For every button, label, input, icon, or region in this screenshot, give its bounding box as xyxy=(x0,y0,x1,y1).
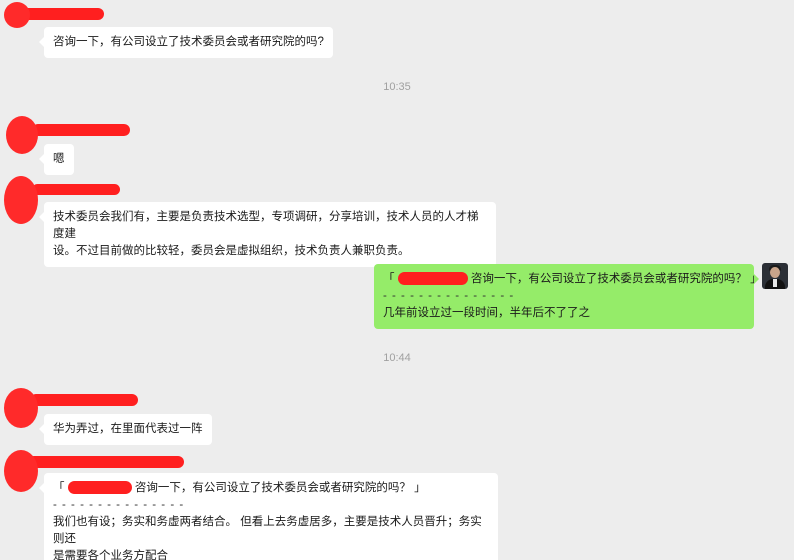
quoted-message[interactable]: 「 咨询一下，有公司设立了技术委员会或者研究院的吗？ 」 xyxy=(53,480,489,497)
redacted-sender-name xyxy=(28,456,184,468)
message-bubble[interactable]: 「 咨询一下，有公司设立了技术委员会或者研究院的吗？ 」 - - - - - -… xyxy=(39,473,498,560)
redacted-sender-name xyxy=(32,124,130,136)
quoted-message[interactable]: 「 咨询一下，有公司设立了技术委员会或者研究院的吗？ 」 xyxy=(383,271,762,288)
reply-text-line: 我们也有设；务实和务虚两者结合。 但看上去务虚居多，主要是技术人员晋升；务实则还 xyxy=(53,516,482,545)
reply-text-line: 是需要各个业务方配合 xyxy=(53,550,168,560)
message-bubble[interactable]: 咨询一下，有公司设立了技术委员会或者研究院的吗? xyxy=(39,27,333,58)
redacted-sender-name xyxy=(32,184,120,195)
quote-divider: - - - - - - - - - - - - - - - xyxy=(383,290,515,302)
redacted-avatar xyxy=(4,2,30,28)
redacted-sender-name xyxy=(30,394,138,406)
redacted-quoted-sender xyxy=(67,481,132,495)
redacted-avatar xyxy=(4,176,38,224)
redacted-avatar xyxy=(4,450,38,492)
message-text: 华为弄过，在里面代表过一阵 xyxy=(53,423,203,435)
quoted-text: 咨询一下，有公司设立了技术委员会或者研究院的吗？ xyxy=(134,482,411,494)
quote-divider: - - - - - - - - - - - - - - - xyxy=(53,499,185,511)
redacted-avatar xyxy=(6,116,38,154)
message-text: 咨询一下，有公司设立了技术委员会或者研究院的吗? xyxy=(53,36,324,48)
self-message-bubble[interactable]: 「 咨询一下，有公司设立了技术委员会或者研究院的吗？ 」 - - - - - -… xyxy=(374,264,762,329)
message-text-line: 技术委员会我们有，主要是负责技术选型，专项调研，分享培训，技术人员的人才梯度建 xyxy=(53,211,479,240)
quote-open-mark: 「 xyxy=(383,273,395,285)
message-bubble[interactable]: 嗯 xyxy=(39,144,74,175)
message-bubble[interactable]: 华为弄过，在里面代表过一阵 xyxy=(39,414,212,445)
timestamp: 10:44 xyxy=(383,352,411,364)
quoted-text: 咨询一下，有公司设立了技术委员会或者研究院的吗？ xyxy=(470,273,747,285)
quote-close-mark: 」 xyxy=(750,273,762,285)
quote-open-mark: 「 xyxy=(53,482,65,494)
quote-close-mark: 」 xyxy=(414,482,426,494)
reply-text: 几年前设立过一段时间，半年后不了了之 xyxy=(383,307,590,319)
message-text-line: 设。不过目前做的比较轻，委员会是虚拟组织，技术负责人兼职负责。 xyxy=(53,245,410,257)
message-bubble[interactable]: 技术委员会我们有，主要是负责技术选型，专项调研，分享培训，技术人员的人才梯度建 … xyxy=(39,202,496,267)
redacted-avatar xyxy=(4,388,38,428)
timestamp: 10:35 xyxy=(383,81,411,93)
self-avatar[interactable] xyxy=(762,263,788,289)
redacted-quoted-sender xyxy=(397,272,468,286)
message-text: 嗯 xyxy=(53,153,65,165)
